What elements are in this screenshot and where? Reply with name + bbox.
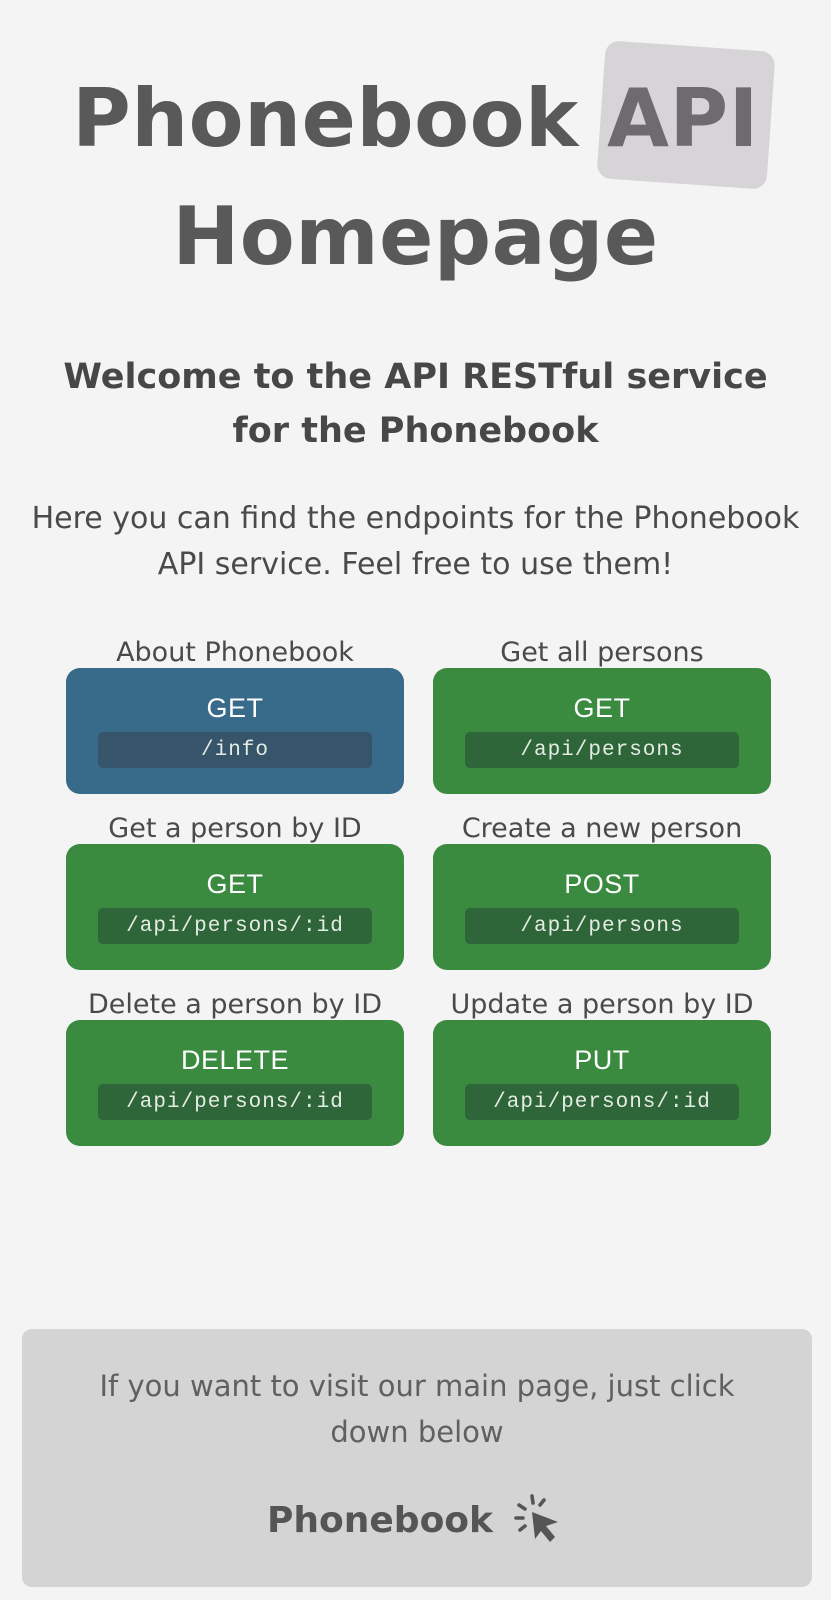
page-title: Phonebook API Homepage: [0, 60, 831, 296]
intro-text: Here you can find the endpoints for the …: [31, 501, 800, 582]
endpoint-route: /api/persons: [465, 908, 739, 944]
endpoint-route: /api/persons/:id: [98, 908, 372, 944]
endpoint-route: /info: [98, 732, 372, 768]
endpoint-method: GET: [206, 869, 264, 899]
endpoint-route: /api/persons/:id: [465, 1084, 739, 1120]
title-homepage: Homepage: [172, 190, 659, 283]
page: Phonebook API Homepage Welcome to the AP…: [0, 0, 831, 1600]
endpoint-delete-person: Delete a person by ID DELETE /api/person…: [66, 990, 404, 1146]
footer-panel: If you want to visit our main page, just…: [22, 1329, 812, 1587]
endpoint-label: About Phonebook: [116, 637, 354, 668]
endpoint-label: Get a person by ID: [108, 813, 362, 844]
endpoint-method: GET: [573, 693, 631, 723]
endpoint-button-get-person[interactable]: GET /api/persons/:id: [66, 844, 404, 970]
endpoint-label: Delete a person by ID: [87, 989, 382, 1020]
endpoint-update-person: Update a person by ID PUT /api/persons/:…: [433, 990, 771, 1146]
endpoint-route: /api/persons: [465, 732, 739, 768]
endpoint-button-get-info[interactable]: GET /info: [66, 668, 404, 794]
endpoint-method: DELETE: [180, 1045, 290, 1075]
title-api-badge: API: [607, 60, 759, 178]
endpoint-method: POST: [564, 869, 640, 899]
title-line-1: Phonebook API: [0, 60, 831, 178]
endpoint-route: /api/persons/:id: [98, 1084, 372, 1120]
endpoint-about-phonebook: About Phonebook GET /info: [66, 638, 404, 794]
endpoints-grid: About Phonebook GET /info Get all person…: [66, 638, 771, 1146]
endpoint-label: Get all persons: [500, 637, 704, 668]
title-phonebook: Phonebook: [72, 72, 579, 165]
endpoint-method: GET: [206, 693, 264, 723]
phonebook-link-label: Phonebook: [267, 1499, 493, 1541]
endpoint-create-person: Create a new person POST /api/persons: [433, 814, 771, 970]
endpoint-button-put-person[interactable]: PUT /api/persons/:id: [433, 1020, 771, 1146]
phonebook-main-link[interactable]: Phonebook: [22, 1492, 812, 1548]
endpoint-get-all-persons: Get all persons GET /api/persons: [433, 638, 771, 794]
endpoint-button-post-person[interactable]: POST /api/persons: [433, 844, 771, 970]
endpoint-method: PUT: [574, 1045, 630, 1075]
endpoint-label: Update a person by ID: [450, 989, 754, 1020]
endpoint-button-get-persons[interactable]: GET /api/persons: [433, 668, 771, 794]
endpoint-label: Create a new person: [461, 813, 743, 844]
endpoint-get-person-by-id: Get a person by ID GET /api/persons/:id: [66, 814, 404, 970]
welcome-heading: Welcome to the API RESTful service for t…: [63, 357, 768, 451]
cursor-click-icon: [511, 1492, 567, 1548]
endpoint-button-delete-person[interactable]: DELETE /api/persons/:id: [66, 1020, 404, 1146]
footer-text: If you want to visit our main page, just…: [99, 1369, 735, 1449]
